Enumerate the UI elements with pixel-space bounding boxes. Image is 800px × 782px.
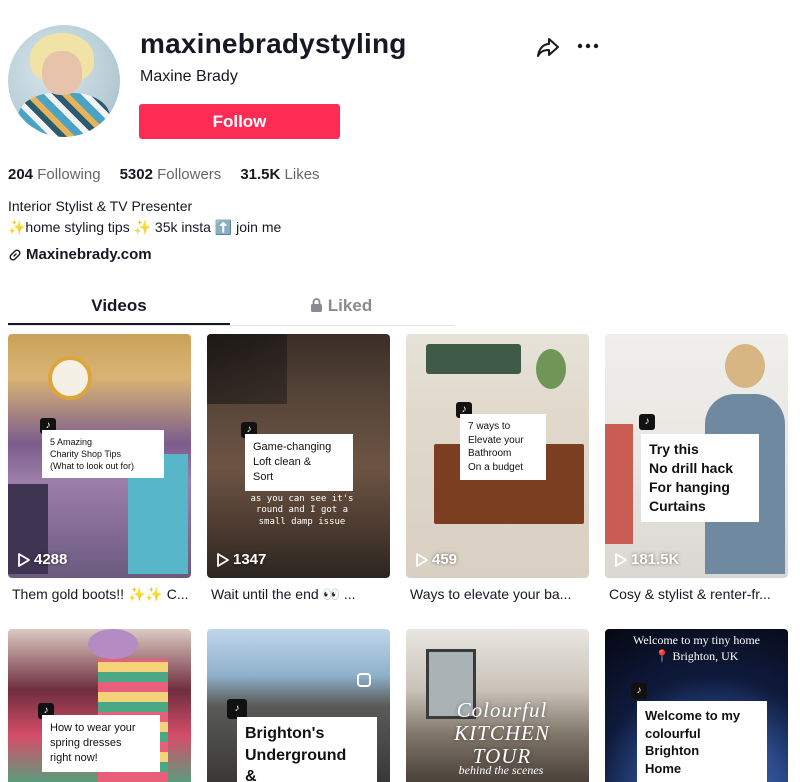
stat-likes-value: 31.5K bbox=[240, 166, 281, 183]
video-location: 📍 Brighton, UK bbox=[654, 649, 739, 663]
share-icon[interactable] bbox=[536, 36, 560, 58]
instagram-icon bbox=[357, 673, 371, 687]
video-subtitle: as you can see it's round and I got a sm… bbox=[250, 494, 354, 527]
video-description[interactable]: Wait until the end 👀 ... bbox=[211, 586, 391, 603]
video-header: Welcome to my tiny home bbox=[632, 633, 760, 647]
tab-videos[interactable]: Videos bbox=[8, 292, 230, 325]
video-thumbnail[interactable]: Colourful KITCHEN TOUR behind the scenes bbox=[406, 629, 589, 782]
play-count: 459 bbox=[416, 551, 457, 568]
video-caption: 5 Amazing Charity Shop Tips (What to loo… bbox=[42, 430, 164, 479]
video-description[interactable]: Cosy & stylist & renter-fr... bbox=[609, 586, 789, 602]
tiktok-icon: ♪ bbox=[631, 683, 647, 699]
play-count-value: 181.5K bbox=[631, 551, 680, 568]
video-caption: How to wear your spring dresses right no… bbox=[42, 715, 160, 772]
avatar[interactable] bbox=[8, 25, 120, 137]
tab-videos-label: Videos bbox=[91, 296, 147, 315]
profile-tabs: Videos Liked bbox=[8, 292, 454, 326]
play-count: 181.5K bbox=[615, 551, 679, 568]
video-subtitle: behind the scenes bbox=[458, 763, 544, 777]
profile-link-text: Maxinebrady.com bbox=[26, 246, 152, 263]
stat-followers-label: Followers bbox=[157, 166, 222, 183]
profile-stats: 204 Following 5302 Followers 31.5K Likes bbox=[8, 166, 339, 183]
play-count: 4288 bbox=[18, 551, 67, 568]
tab-liked-label: Liked bbox=[327, 296, 373, 315]
video-caption: Welcome to my colourful Brighton Home bbox=[637, 701, 767, 782]
stat-followers[interactable]: 5302 Followers bbox=[120, 166, 222, 183]
tiktok-icon: ♪ bbox=[639, 414, 655, 430]
bio-line-2: ✨home styling tips ✨ 35k insta ⬆️ join m… bbox=[8, 219, 282, 235]
video-caption: Brighton's Underground & bbox=[237, 717, 377, 782]
play-icon bbox=[18, 552, 30, 567]
follow-button[interactable]: Follow bbox=[139, 104, 340, 139]
stat-following[interactable]: 204 Following bbox=[8, 166, 101, 183]
tiktok-icon: ♪ bbox=[227, 699, 247, 719]
video-thumbnail[interactable]: ♪ Try this No drill hack For hanging Cur… bbox=[605, 334, 788, 578]
video-description[interactable]: Them gold boots!! ✨✨ C... bbox=[12, 586, 192, 603]
video-thumbnail[interactable]: ♪ 7 ways to Elevate your Bathroom On a b… bbox=[406, 334, 589, 578]
profile-fullname: Maxine Brady bbox=[140, 68, 238, 85]
video-thumbnail[interactable]: ♪ 5 Amazing Charity Shop Tips (What to l… bbox=[8, 334, 191, 578]
video-thumbnail[interactable]: ♪ Brighton's Underground & bbox=[207, 629, 390, 782]
video-caption: Colourful KITCHEN TOUR bbox=[454, 698, 550, 769]
profile-username: maxinebradystyling bbox=[140, 28, 407, 59]
lock-icon bbox=[310, 298, 322, 312]
play-count-value: 1347 bbox=[233, 551, 267, 568]
video-caption: Game-changing Loft clean & Sort bbox=[245, 434, 353, 491]
video-thumbnail[interactable]: Welcome to my tiny home 📍 Brighton, UK ♪… bbox=[605, 629, 788, 782]
play-icon bbox=[217, 552, 229, 567]
stat-followers-value: 5302 bbox=[119, 166, 153, 183]
link-icon bbox=[9, 248, 21, 261]
video-caption: Try this No drill hack For hanging Curta… bbox=[641, 434, 759, 522]
tab-liked[interactable]: Liked bbox=[230, 292, 452, 325]
stat-likes: 31.5K Likes bbox=[240, 166, 319, 183]
profile-link[interactable]: Maxinebrady.com bbox=[8, 246, 152, 263]
video-thumbnail[interactable]: ♪ How to wear your spring dresses right … bbox=[8, 629, 191, 782]
play-icon bbox=[416, 552, 428, 567]
stat-following-value: 204 bbox=[8, 166, 34, 183]
stat-following-label: Following bbox=[37, 166, 101, 183]
play-count-value: 459 bbox=[432, 551, 458, 568]
more-options-icon[interactable] bbox=[576, 34, 600, 58]
video-description[interactable]: Ways to elevate your ba... bbox=[410, 586, 590, 602]
play-icon bbox=[615, 552, 627, 567]
play-count-value: 4288 bbox=[34, 551, 68, 568]
bio-line-1: Interior Stylist & TV Presenter bbox=[8, 198, 193, 214]
video-thumbnail[interactable]: ♪ Game-changing Loft clean & Sort as you… bbox=[207, 334, 390, 578]
stat-likes-label: Likes bbox=[284, 166, 320, 183]
play-count: 1347 bbox=[217, 551, 266, 568]
video-caption: 7 ways to Elevate your Bathroom On a bud… bbox=[460, 414, 546, 480]
